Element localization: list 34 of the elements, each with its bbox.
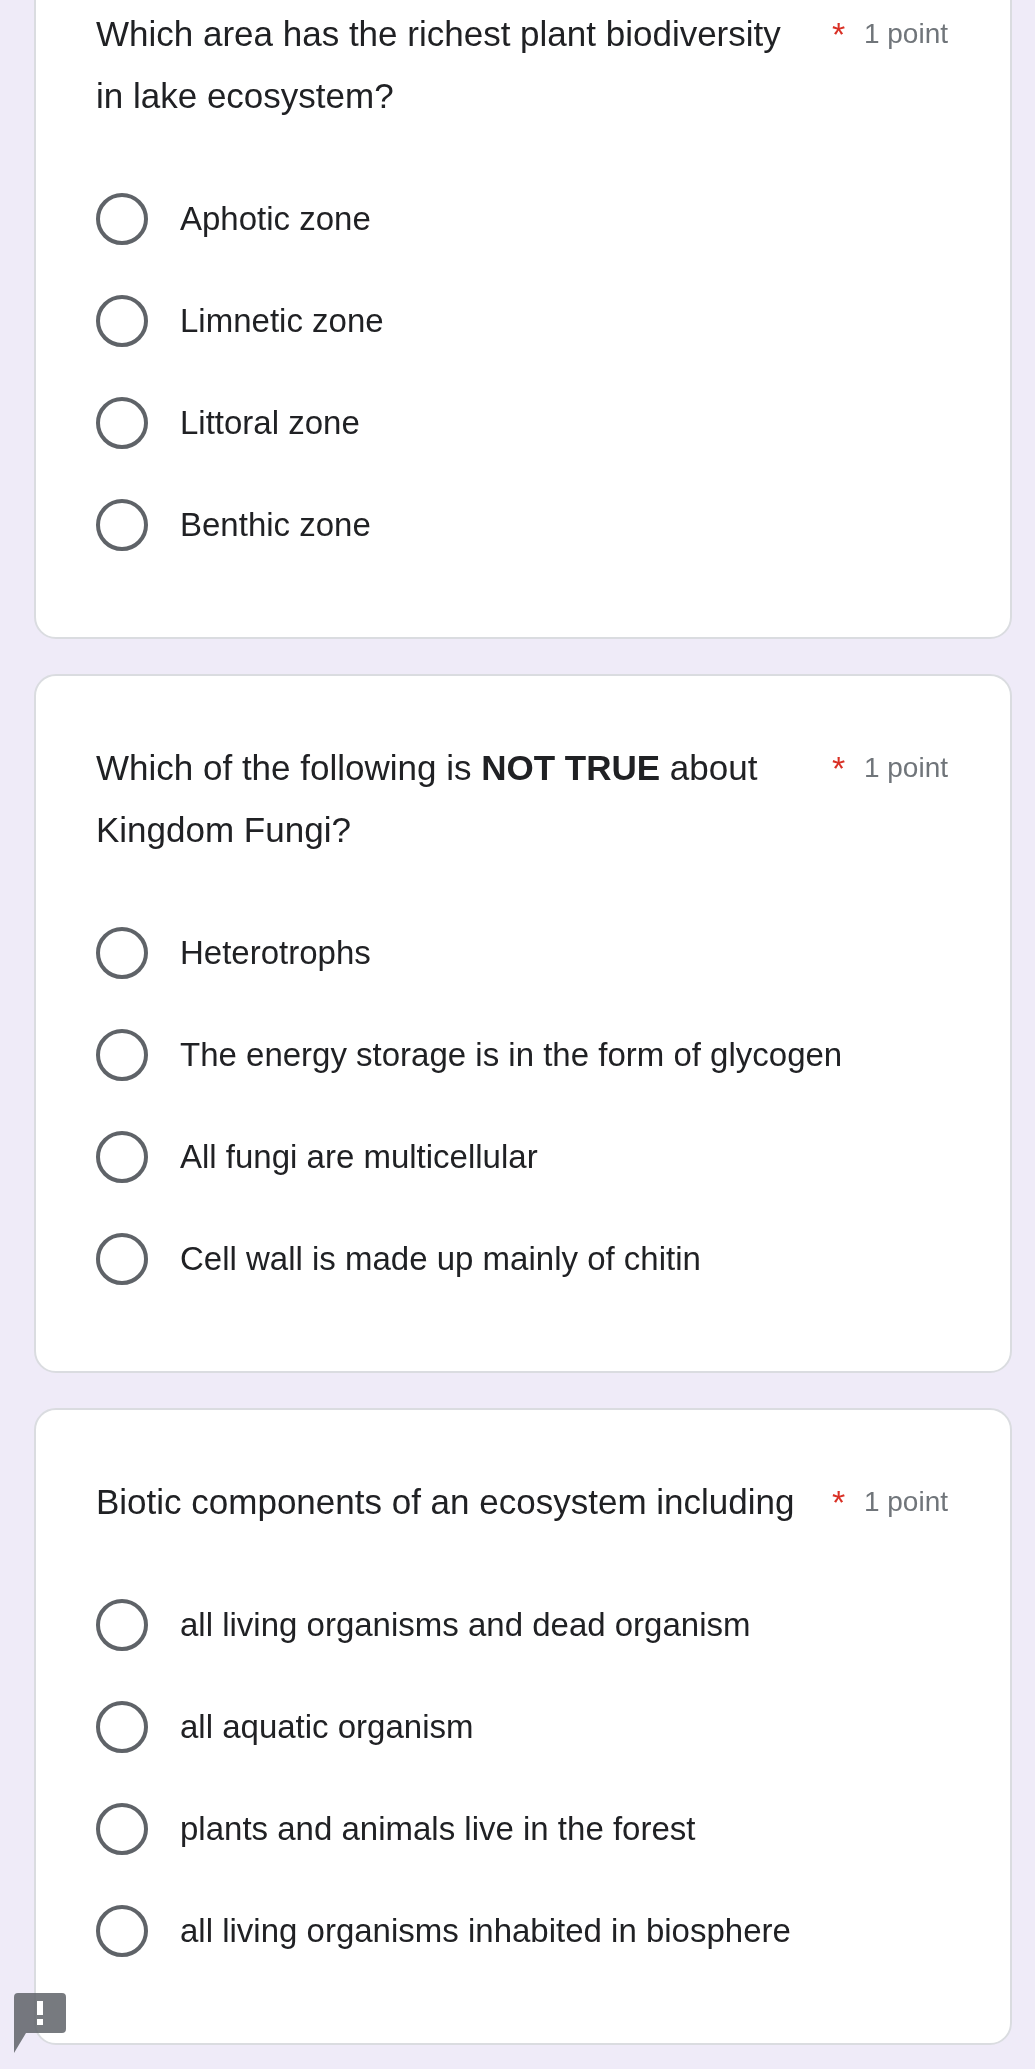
radio-button[interactable] — [96, 1701, 148, 1753]
points-label: 1 point — [863, 17, 948, 51]
radio-button[interactable] — [96, 1233, 148, 1285]
option-label: Cell wall is made up mainly of chitin — [180, 1240, 701, 1278]
option-label: all living organisms and dead organism — [180, 1606, 751, 1644]
option-label: Heterotrophs — [180, 934, 371, 972]
question-text: Which of the following is NOT TRUE about Kingdom Fungi? — [96, 747, 759, 851]
option-label: all living organisms inhabited in biosphere — [180, 1912, 791, 1950]
points-label: 1 point — [863, 751, 948, 785]
radio-button[interactable] — [96, 1803, 148, 1855]
radio-button[interactable] — [96, 1029, 148, 1081]
option-label: Littoral zone — [180, 404, 360, 442]
option-label: Benthic zone — [180, 506, 371, 544]
radio-button[interactable] — [96, 927, 148, 979]
option-label: All fungi are multicellular — [180, 1138, 538, 1176]
radio-button[interactable] — [96, 397, 148, 449]
option-label: Limnetic zone — [180, 302, 384, 340]
radio-button[interactable] — [96, 295, 148, 347]
radio-button[interactable] — [96, 1599, 148, 1651]
radio-button[interactable] — [96, 1131, 148, 1183]
radio-button[interactable] — [96, 1905, 148, 1957]
required-mark: * — [831, 14, 847, 55]
option-label: all aquatic organism — [180, 1708, 474, 1746]
option-label: Aphotic zone — [180, 200, 371, 238]
radio-button[interactable] — [96, 499, 148, 551]
option-label: plants and animals live in the forest — [180, 1810, 696, 1848]
radio-button[interactable] — [96, 193, 148, 245]
points-label: 1 point — [863, 1485, 948, 1519]
required-mark: * — [831, 1482, 847, 1523]
required-mark: * — [831, 748, 847, 789]
question-text: Biotic components of an ecosystem including — [96, 1481, 796, 1523]
option-label: The energy storage is in the form of glycogen — [180, 1036, 843, 1074]
question-text: Which area has the richest plant biodiversity in lake ecosystem? — [96, 13, 782, 117]
alert-bubble-icon[interactable] — [14, 1993, 66, 2053]
